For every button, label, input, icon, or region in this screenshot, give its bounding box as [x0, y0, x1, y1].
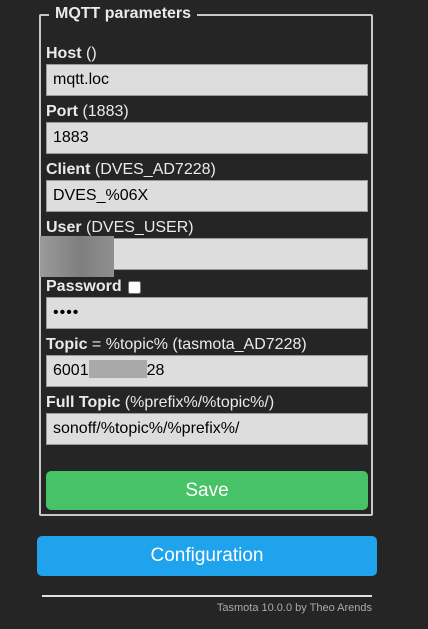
mqtt-parameters-legend: MQTT parameters	[49, 5, 198, 23]
client-label-hint: (DVES_AD7228)	[90, 161, 216, 178]
topic-value-end: 28	[146, 362, 165, 379]
full-topic-input[interactable]	[46, 413, 368, 445]
password-input[interactable]: ••••	[46, 297, 368, 329]
footer-divider	[42, 595, 372, 597]
topic-label-name: Topic	[46, 336, 88, 353]
show-password-checkbox[interactable]	[128, 281, 141, 294]
user-label: User (DVES_USER)	[46, 219, 194, 237]
host-label-hint: ()	[81, 45, 97, 62]
full-topic-label-name: Full Topic	[46, 394, 121, 411]
port-label-name: Port	[46, 103, 78, 120]
full-topic-label-hint: (%prefix%/%topic%/)	[120, 394, 275, 411]
password-label: Password	[46, 278, 122, 296]
user-redaction-block	[40, 236, 114, 277]
port-input[interactable]	[46, 122, 368, 154]
client-input[interactable]	[46, 180, 368, 212]
mqtt-config-page: MQTT parameters Host () Port (1883) Clie…	[0, 0, 428, 629]
user-label-hint: (DVES_USER)	[81, 219, 194, 236]
port-label: Port (1883)	[46, 103, 129, 121]
host-input[interactable]	[46, 64, 368, 96]
configuration-button[interactable]: Configuration	[37, 536, 377, 576]
topic-label-hint: = %topic% (tasmota_AD7228)	[87, 336, 307, 353]
full-topic-label: Full Topic (%prefix%/%topic%/)	[46, 394, 274, 412]
user-label-name: User	[46, 219, 82, 236]
topic-label: Topic = %topic% (tasmota_AD7228)	[46, 336, 307, 354]
client-label-name: Client	[46, 161, 91, 178]
password-masked-value: ••••	[53, 304, 80, 321]
host-label-name: Host	[46, 45, 82, 62]
topic-value-start: 6001	[53, 362, 89, 379]
topic-redaction-block	[89, 360, 147, 378]
host-label: Host ()	[46, 45, 97, 63]
password-label-name: Password	[46, 278, 122, 295]
save-button[interactable]: Save	[46, 471, 368, 510]
client-label: Client (DVES_AD7228)	[46, 161, 216, 179]
footer-credit: Tasmota 10.0.0 by Theo Arends	[216, 602, 372, 614]
port-label-hint: (1883)	[78, 103, 129, 120]
